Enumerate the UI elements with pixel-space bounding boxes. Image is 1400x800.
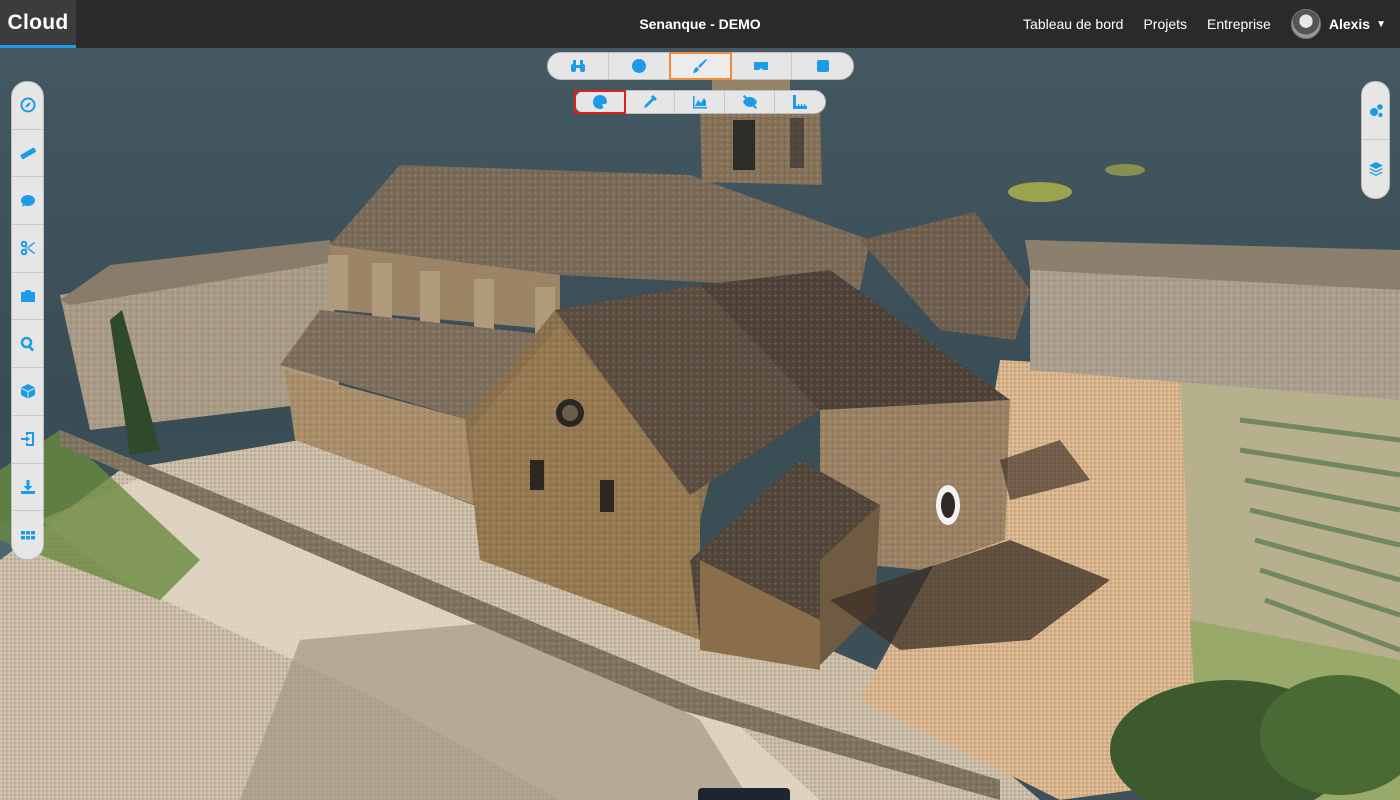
binoculars-icon[interactable] xyxy=(548,53,609,79)
search-icon[interactable] xyxy=(12,320,43,369)
vr-headset-icon[interactable] xyxy=(731,53,792,79)
area-chart-icon[interactable] xyxy=(675,91,725,113)
brush-icon[interactable] xyxy=(669,52,732,80)
point-cloud-viewport[interactable] xyxy=(0,48,1400,800)
nav-dashboard[interactable]: Tableau de bord xyxy=(1023,16,1123,32)
color-toolbar xyxy=(574,90,826,114)
box-icon[interactable] xyxy=(12,368,43,416)
eyedropper-icon[interactable] xyxy=(625,91,675,113)
globe-icon[interactable] xyxy=(609,53,670,79)
user-name: Alexis xyxy=(1328,16,1371,32)
point-cloud-scene xyxy=(0,60,1400,800)
import-icon[interactable] xyxy=(12,416,43,464)
download-icon[interactable] xyxy=(12,464,43,512)
nav-company[interactable]: Entreprise xyxy=(1207,16,1271,32)
grid-icon[interactable] xyxy=(12,511,43,559)
eye-slash-icon[interactable] xyxy=(725,91,775,113)
nav-projects[interactable]: Projets xyxy=(1143,16,1187,32)
right-toolbar xyxy=(1361,81,1390,199)
palette-icon[interactable] xyxy=(574,90,626,114)
scissors-icon[interactable] xyxy=(12,225,43,273)
ruler-corner-icon[interactable] xyxy=(775,91,825,113)
cube-icon[interactable] xyxy=(792,53,853,79)
compass-icon[interactable] xyxy=(12,82,43,130)
layers-icon[interactable] xyxy=(1362,140,1389,198)
settings-icon[interactable] xyxy=(1362,82,1389,140)
comment-icon[interactable] xyxy=(12,177,43,226)
camera-icon[interactable] xyxy=(12,273,43,321)
top-bar: Cloud Senanque - DEMO Tableau de bord Pr… xyxy=(0,0,1400,48)
main-nav: Tableau de bord Projets Entreprise Alexi… xyxy=(1003,0,1386,48)
chevron-down-icon: ▼ xyxy=(1376,18,1386,30)
avatar xyxy=(1290,9,1321,39)
left-toolbar xyxy=(11,81,44,560)
ruler-icon[interactable] xyxy=(12,130,43,178)
user-menu[interactable]: Alexis ▼ xyxy=(1290,9,1386,39)
brand-logo[interactable]: Cloud xyxy=(0,0,76,48)
mode-toolbar xyxy=(547,52,854,80)
bottom-panel-handle[interactable] xyxy=(698,788,790,800)
